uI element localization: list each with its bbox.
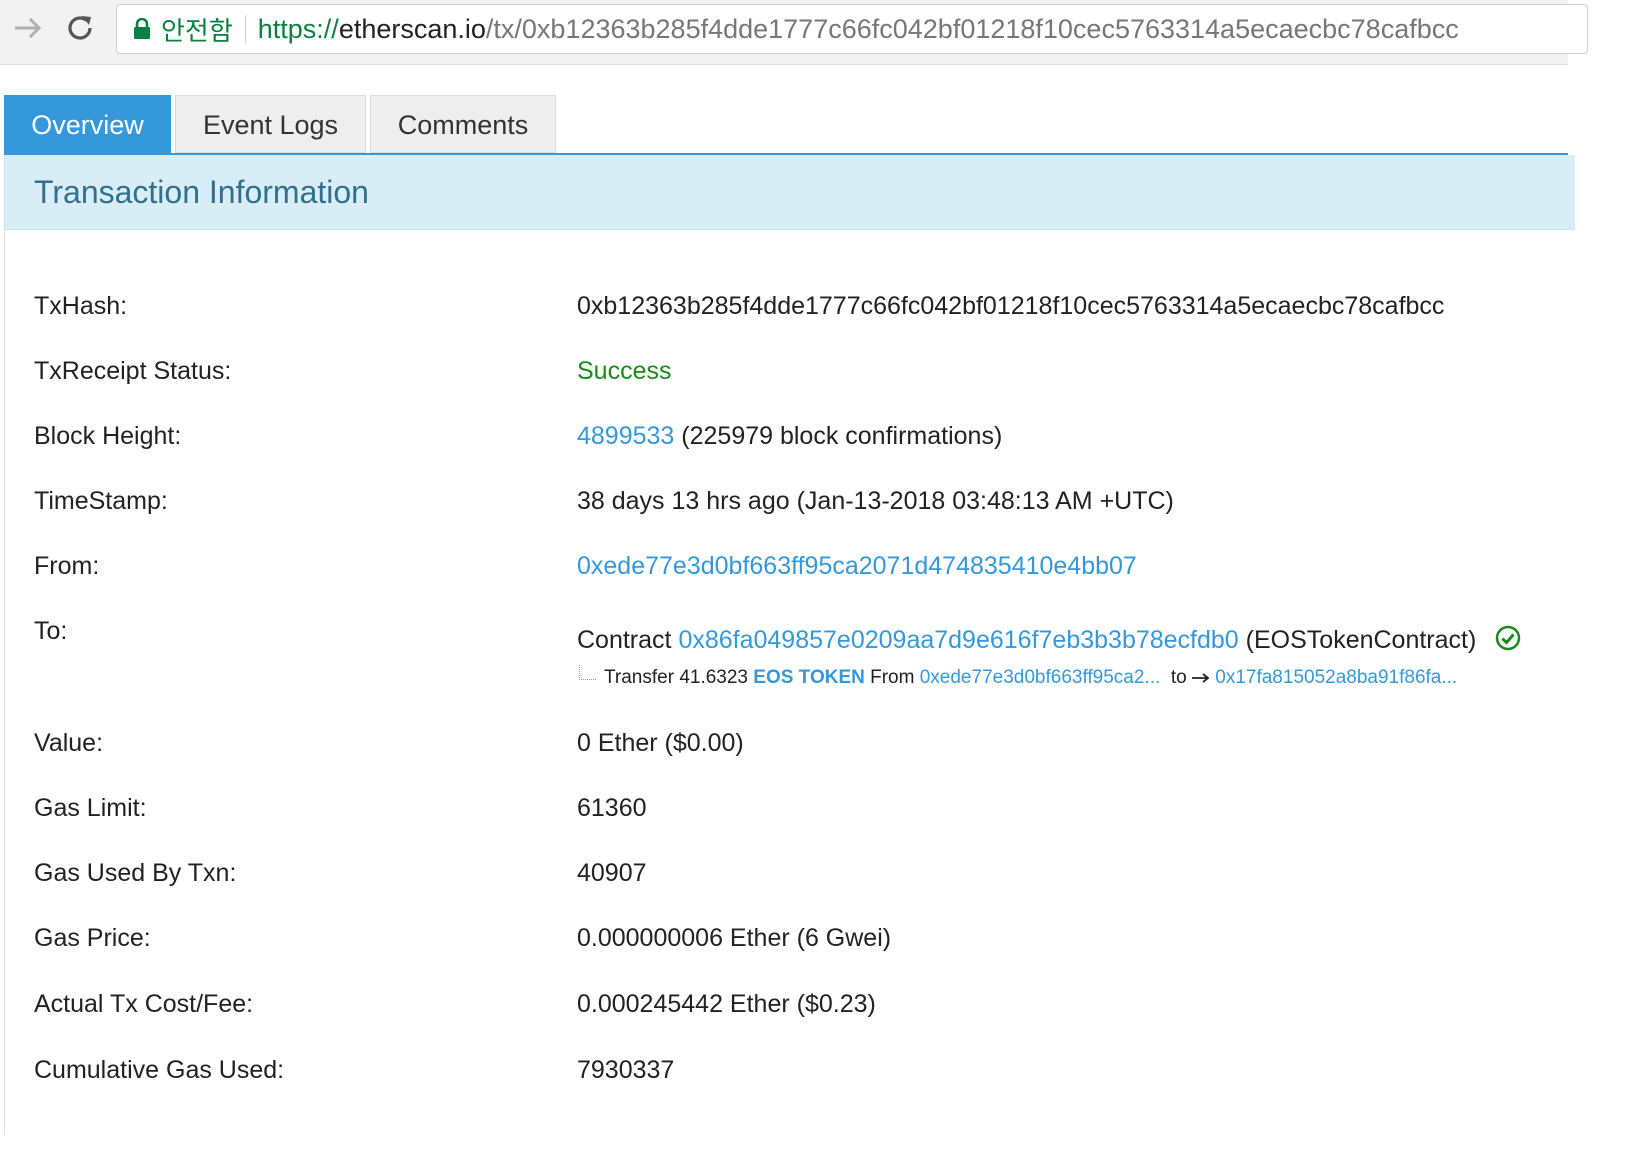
transaction-panel: Transaction Information TxHash: 0xb12363… [4, 155, 1575, 1135]
tab-bar: Overview Event Logs Comments [4, 95, 1568, 157]
status-label: TxReceipt Status: [34, 357, 232, 385]
token-name-link[interactable]: EOS TOKEN [753, 667, 865, 689]
tab-overview[interactable]: Overview [4, 95, 171, 153]
transfer-to-word: to [1170, 667, 1187, 688]
transfer-amount: Transfer 41.6323 [604, 667, 748, 688]
transfer-from-link[interactable]: 0xede77e3d0bf663ff95ca2... [920, 667, 1161, 689]
panel-title: Transaction Information [5, 155, 1575, 230]
address-bar[interactable]: 안전함 https://etherscan.io/tx/0xb12363b285… [116, 4, 1588, 54]
cumulative-gas-label: Cumulative Gas Used: [34, 1056, 285, 1084]
token-transfer-line: Transfer 41.6323 EOS TOKEN From 0xede77e… [579, 664, 1457, 689]
block-height-label: Block Height: [34, 422, 182, 450]
timestamp-label: TimeStamp: [34, 487, 168, 515]
cumulative-gas-value: 7930337 [577, 1056, 675, 1084]
to-value: Contract 0x86fa049857e0209aa7d9e616f7eb3… [577, 625, 1521, 658]
forward-button[interactable] [8, 8, 48, 48]
from-label: From: [34, 552, 100, 580]
gas-limit-value: 61360 [577, 794, 647, 822]
verified-check-icon [1495, 625, 1521, 658]
transfer-to-link[interactable]: 0x17fa815052a8ba91f86fa... [1215, 667, 1457, 689]
fee-label: Actual Tx Cost/Fee: [34, 990, 254, 1018]
gas-used-label: Gas Used By Txn: [34, 859, 237, 887]
txhash-value: 0xb12363b285f4dde1777c66fc042bf01218f10c… [577, 292, 1445, 320]
arrow-right-icon [1191, 673, 1210, 683]
secure-label: 안전함 [161, 15, 233, 46]
url-host: etherscan.io [338, 13, 486, 44]
gas-used-value: 40907 [577, 859, 647, 887]
tab-event-logs[interactable]: Event Logs [175, 95, 366, 153]
url-scheme: https:// [257, 13, 339, 44]
status-value: Success [577, 357, 672, 385]
to-label: To: [34, 617, 68, 645]
contract-address-link[interactable]: 0x86fa049857e0209aa7d9e616f7eb3b3b78ecfd… [678, 626, 1238, 654]
gas-price-label: Gas Price: [34, 924, 151, 952]
block-number-link[interactable]: 4899533 [577, 422, 674, 450]
gas-limit-label: Gas Limit: [34, 794, 147, 822]
value-value: 0 Ether ($0.00) [577, 729, 744, 757]
arrow-right-icon [15, 17, 42, 39]
block-height-value: 4899533 (225979 block confirmations) [577, 422, 1002, 451]
url-path: /tx/0xb12363b285f4dde1777c66fc042bf01218… [485, 13, 1459, 44]
from-address-link[interactable]: 0xede77e3d0bf663ff95ca2071d474835410e4bb… [577, 552, 1137, 581]
tree-branch-icon [579, 664, 596, 680]
url-divider [244, 15, 246, 43]
tab-comments[interactable]: Comments [370, 95, 556, 153]
reload-icon [68, 16, 92, 40]
transfer-from-word: From [870, 667, 915, 688]
fee-value: 0.000245442 Ether ($0.23) [577, 990, 876, 1018]
txhash-label: TxHash: [34, 292, 128, 320]
gas-price-value: 0.000000006 Ether (6 Gwei) [577, 924, 892, 952]
row-to: To: Contract 0x86fa049857e0209aa7d9e616f… [34, 617, 1564, 697]
contract-name: (EOSTokenContract) [1245, 626, 1477, 655]
timestamp-value: 38 days 13 hrs ago (Jan-13-2018 03:48:13… [577, 487, 1174, 515]
value-label: Value: [34, 729, 104, 757]
reload-button[interactable] [60, 8, 100, 48]
browser-toolbar: 안전함 https://etherscan.io/tx/0xb12363b285… [0, 0, 1588, 65]
lock-icon [133, 18, 151, 40]
block-confirmations: (225979 block confirmations) [681, 422, 1003, 450]
contract-prefix: Contract [577, 626, 672, 655]
